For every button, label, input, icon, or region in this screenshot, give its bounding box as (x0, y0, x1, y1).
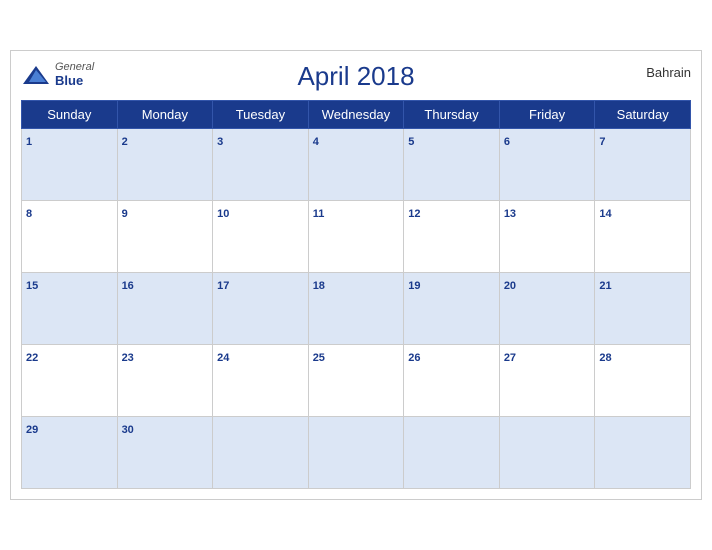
calendar-week-row-3: 15 16 17 18 19 20 21 (22, 273, 691, 345)
header-wednesday: Wednesday (308, 101, 404, 129)
logo-icon (21, 64, 51, 86)
calendar-cell: 24 (213, 345, 309, 417)
calendar-cell: 10 (213, 201, 309, 273)
calendar-cell: 23 (117, 345, 213, 417)
calendar-week-row-5: 29 30 (22, 417, 691, 489)
calendar-cell (308, 417, 404, 489)
day-number: 30 (122, 424, 134, 436)
calendar-cell (213, 417, 309, 489)
header-sunday: Sunday (22, 101, 118, 129)
calendar-cell (404, 417, 500, 489)
calendar-cell: 21 (595, 273, 691, 345)
calendar-cell: 14 (595, 201, 691, 273)
day-number: 3 (217, 136, 223, 148)
header-saturday: Saturday (595, 101, 691, 129)
calendar-cell: 7 (595, 129, 691, 201)
calendar-cell: 5 (404, 129, 500, 201)
day-number: 10 (217, 208, 229, 220)
logo-text-area: General Blue (55, 61, 94, 88)
day-number: 15 (26, 280, 38, 292)
day-number: 23 (122, 352, 134, 364)
calendar-cell: 28 (595, 345, 691, 417)
day-number: 25 (313, 352, 325, 364)
calendar-cell (595, 417, 691, 489)
header-monday: Monday (117, 101, 213, 129)
logo-blue-text: Blue (55, 73, 94, 88)
day-number: 27 (504, 352, 516, 364)
calendar-cell: 6 (499, 129, 595, 201)
calendar-cell: 18 (308, 273, 404, 345)
day-number: 5 (408, 136, 414, 148)
calendar-cell: 11 (308, 201, 404, 273)
day-number: 2 (122, 136, 128, 148)
weekday-header-row: Sunday Monday Tuesday Wednesday Thursday… (22, 101, 691, 129)
calendar-cell: 19 (404, 273, 500, 345)
calendar-cell: 26 (404, 345, 500, 417)
logo-area: General Blue (21, 61, 94, 88)
calendar-table: Sunday Monday Tuesday Wednesday Thursday… (21, 100, 691, 489)
calendar-cell: 16 (117, 273, 213, 345)
calendar-cell: 20 (499, 273, 595, 345)
day-number: 29 (26, 424, 38, 436)
calendar-cell: 8 (22, 201, 118, 273)
calendar-cell (499, 417, 595, 489)
day-number: 19 (408, 280, 420, 292)
day-number: 16 (122, 280, 134, 292)
calendar-body: 1234567891011121314151617181920212223242… (22, 129, 691, 489)
header-tuesday: Tuesday (213, 101, 309, 129)
calendar-week-row-1: 1 2 3 4 5 6 7 (22, 129, 691, 201)
calendar-cell: 13 (499, 201, 595, 273)
header-thursday: Thursday (404, 101, 500, 129)
calendar-cell: 25 (308, 345, 404, 417)
day-number: 4 (313, 136, 319, 148)
calendar-cell: 17 (213, 273, 309, 345)
day-number: 22 (26, 352, 38, 364)
calendar-header: General Blue April 2018 Bahrain (21, 61, 691, 92)
calendar-week-row-4: 22 23 24 25 26 27 28 (22, 345, 691, 417)
calendar-cell: 12 (404, 201, 500, 273)
day-number: 12 (408, 208, 420, 220)
day-number: 7 (599, 136, 605, 148)
calendar-cell: 4 (308, 129, 404, 201)
day-number: 28 (599, 352, 611, 364)
calendar-thead: Sunday Monday Tuesday Wednesday Thursday… (22, 101, 691, 129)
day-number: 26 (408, 352, 420, 364)
day-number: 11 (313, 208, 325, 220)
calendar-title: April 2018 (297, 61, 414, 92)
day-number: 20 (504, 280, 516, 292)
day-number: 14 (599, 208, 611, 220)
calendar-cell: 2 (117, 129, 213, 201)
calendar-cell: 1 (22, 129, 118, 201)
calendar-cell: 29 (22, 417, 118, 489)
logo-general-text: General (55, 61, 94, 73)
day-number: 13 (504, 208, 516, 220)
calendar-cell: 9 (117, 201, 213, 273)
day-number: 24 (217, 352, 229, 364)
day-number: 18 (313, 280, 325, 292)
day-number: 21 (599, 280, 611, 292)
calendar-cell: 3 (213, 129, 309, 201)
calendar-week-row-2: 8 9 10 11 12 13 14 (22, 201, 691, 273)
header-friday: Friday (499, 101, 595, 129)
day-number: 17 (217, 280, 229, 292)
calendar-cell: 30 (117, 417, 213, 489)
calendar-cell: 27 (499, 345, 595, 417)
logo-wrapper: General Blue (21, 61, 94, 88)
calendar-cell: 15 (22, 273, 118, 345)
calendar-container: General Blue April 2018 Bahrain Sunday M… (10, 50, 702, 500)
calendar-cell: 22 (22, 345, 118, 417)
day-number: 6 (504, 136, 510, 148)
day-number: 1 (26, 136, 32, 148)
country-label: Bahrain (646, 65, 691, 80)
day-number: 8 (26, 208, 32, 220)
day-number: 9 (122, 208, 128, 220)
